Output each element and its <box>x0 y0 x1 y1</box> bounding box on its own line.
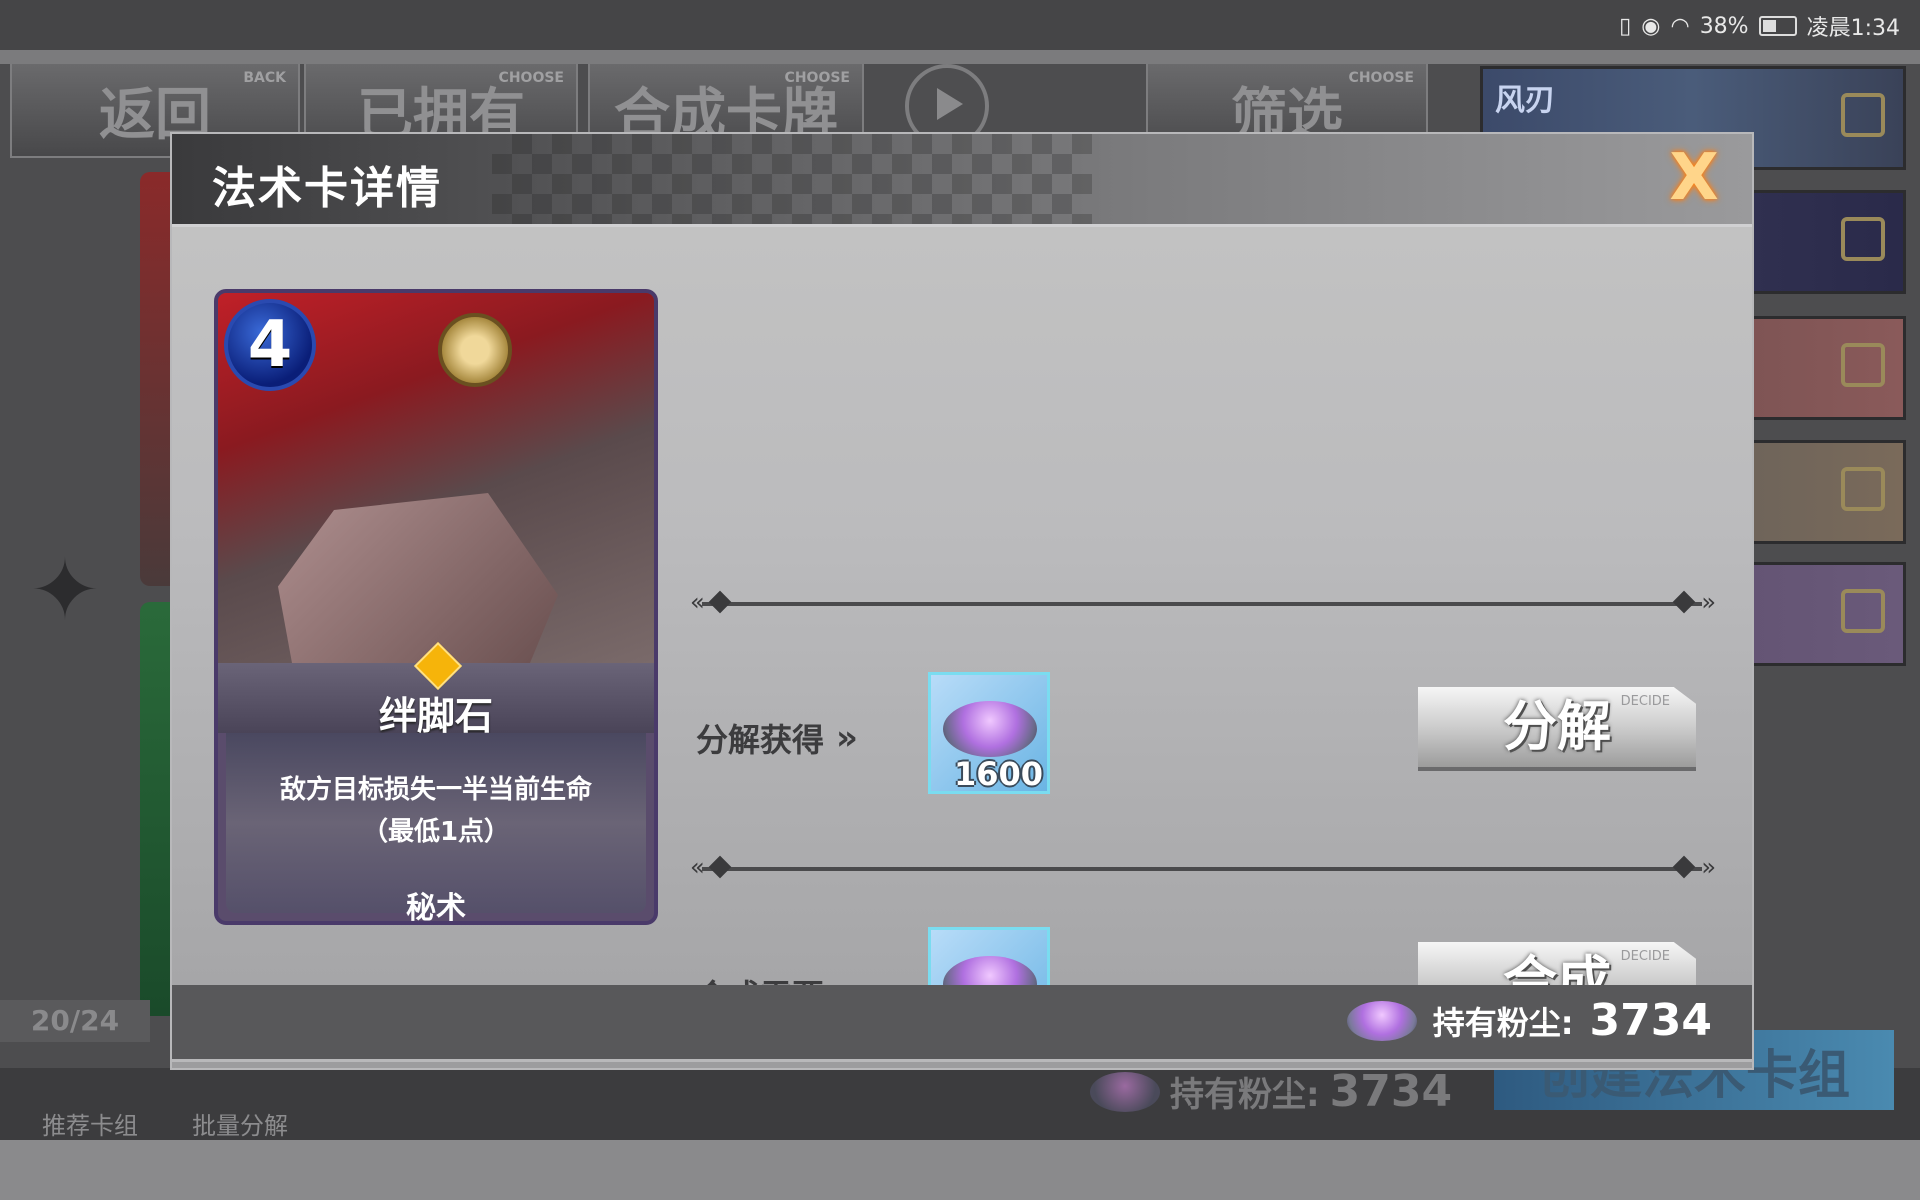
disenchant-amount: 1600 <box>953 755 1043 793</box>
clock: 凌晨1:34 <box>1806 16 1900 41</box>
disenchant-dust-tile: 1600 <box>928 672 1050 794</box>
edit-icon[interactable] <box>1841 589 1885 633</box>
battery-icon <box>1758 16 1797 36</box>
status-bar: ▯ ◉ ◠ 38% 凌晨1:34 <box>0 0 1920 50</box>
deck-counter: 20/24 <box>0 1000 150 1042</box>
back-tag: BACK <box>243 70 286 86</box>
top-band <box>0 50 1920 64</box>
disenchant-button[interactable]: 分解 DECIDE <box>1418 687 1696 771</box>
vibrate-icon: ▯ <box>1619 13 1632 39</box>
divider-top: « » <box>690 588 1716 616</box>
bg-dust-value: 3734 <box>1329 1066 1453 1117</box>
craft-button-tag: DECIDE <box>1620 949 1670 964</box>
divider-bottom: « » <box>690 853 1716 881</box>
disenchant-button-tag: DECIDE <box>1620 694 1670 709</box>
divider-cap-left: « <box>690 588 705 616</box>
battery-percent: 38% <box>1699 13 1749 39</box>
bulk-disenchant-button[interactable]: 批量分解 <box>192 1106 288 1141</box>
dust-balance: 持有粉尘: 3734 <box>1346 995 1712 1046</box>
owned-tab-tag: CHOOSE <box>498 70 564 86</box>
craft-tab-tag: CHOOSE <box>784 70 850 86</box>
double-chevron-right-icon: » <box>836 718 858 758</box>
bg-dust-label: 持有粉尘: <box>1170 1075 1320 1115</box>
dialog-body: 4 绊脚石 敌方目标损失一半当前生命 （最低1点） 秘术 « » 分解获得 » … <box>172 227 1752 1049</box>
edit-icon[interactable] <box>1841 93 1885 137</box>
wifi-icon: ◠ <box>1670 13 1690 39</box>
card-cost-badge: 4 <box>224 299 316 391</box>
header-pattern <box>492 134 1092 224</box>
dust-gem-icon <box>1346 1000 1417 1041</box>
edit-icon[interactable] <box>1841 467 1885 511</box>
card-type: 秘术 <box>406 891 466 925</box>
card-description-line1: 敌方目标损失一半当前生命 <box>279 775 592 805</box>
dialog-footer: 持有粉尘: 3734 <box>172 985 1752 1062</box>
edit-icon[interactable] <box>1841 343 1885 387</box>
dust-balance-value: 3734 <box>1589 995 1712 1046</box>
dust-gem-icon <box>943 701 1037 757</box>
bg-dust-counter: 持有粉尘: 3734 <box>1090 1066 1452 1117</box>
edit-icon[interactable] <box>1841 217 1885 261</box>
spell-card: 4 绊脚石 敌方目标损失一半当前生命 （最低1点） 秘术 <box>214 289 658 925</box>
disenchant-button-label: 分解 <box>1503 695 1611 758</box>
gear-icon <box>438 313 512 387</box>
spell-card-detail-dialog: 法术卡详情 X 4 绊脚石 敌方目标损失一半当前生命 （最低1点） 秘术 « » <box>170 132 1754 1070</box>
deck-card-name: 风刃 <box>1495 83 1555 118</box>
eye-icon: ◉ <box>1641 13 1661 39</box>
filter-tag: CHOOSE <box>1348 70 1414 86</box>
dust-balance-label: 持有粉尘: <box>1432 1003 1574 1042</box>
card-description: 敌方目标损失一半当前生命 （最低1点） <box>218 769 654 853</box>
divider-cap-right: » <box>1701 588 1716 616</box>
disenchant-label: 分解获得 » <box>696 715 858 761</box>
disenchant-label-text: 分解获得 <box>696 721 825 759</box>
rock-illustration <box>278 493 558 663</box>
divider-cap-right: » <box>1701 853 1716 881</box>
bottom-footer <box>0 1140 1920 1200</box>
bg-dust-icon <box>1090 1071 1160 1112</box>
close-button[interactable]: X <box>1664 146 1724 210</box>
game-logo-icon: ✦ <box>29 541 101 639</box>
dialog-title: 法术卡详情 <box>212 163 442 214</box>
recommend-deck-button[interactable]: 推荐卡组 <box>42 1106 138 1141</box>
divider-cap-left: « <box>690 853 705 881</box>
dialog-header: 法术卡详情 X <box>172 134 1752 227</box>
card-name: 绊脚石 <box>378 694 493 738</box>
card-description-line2: （最低1点） <box>361 817 511 847</box>
